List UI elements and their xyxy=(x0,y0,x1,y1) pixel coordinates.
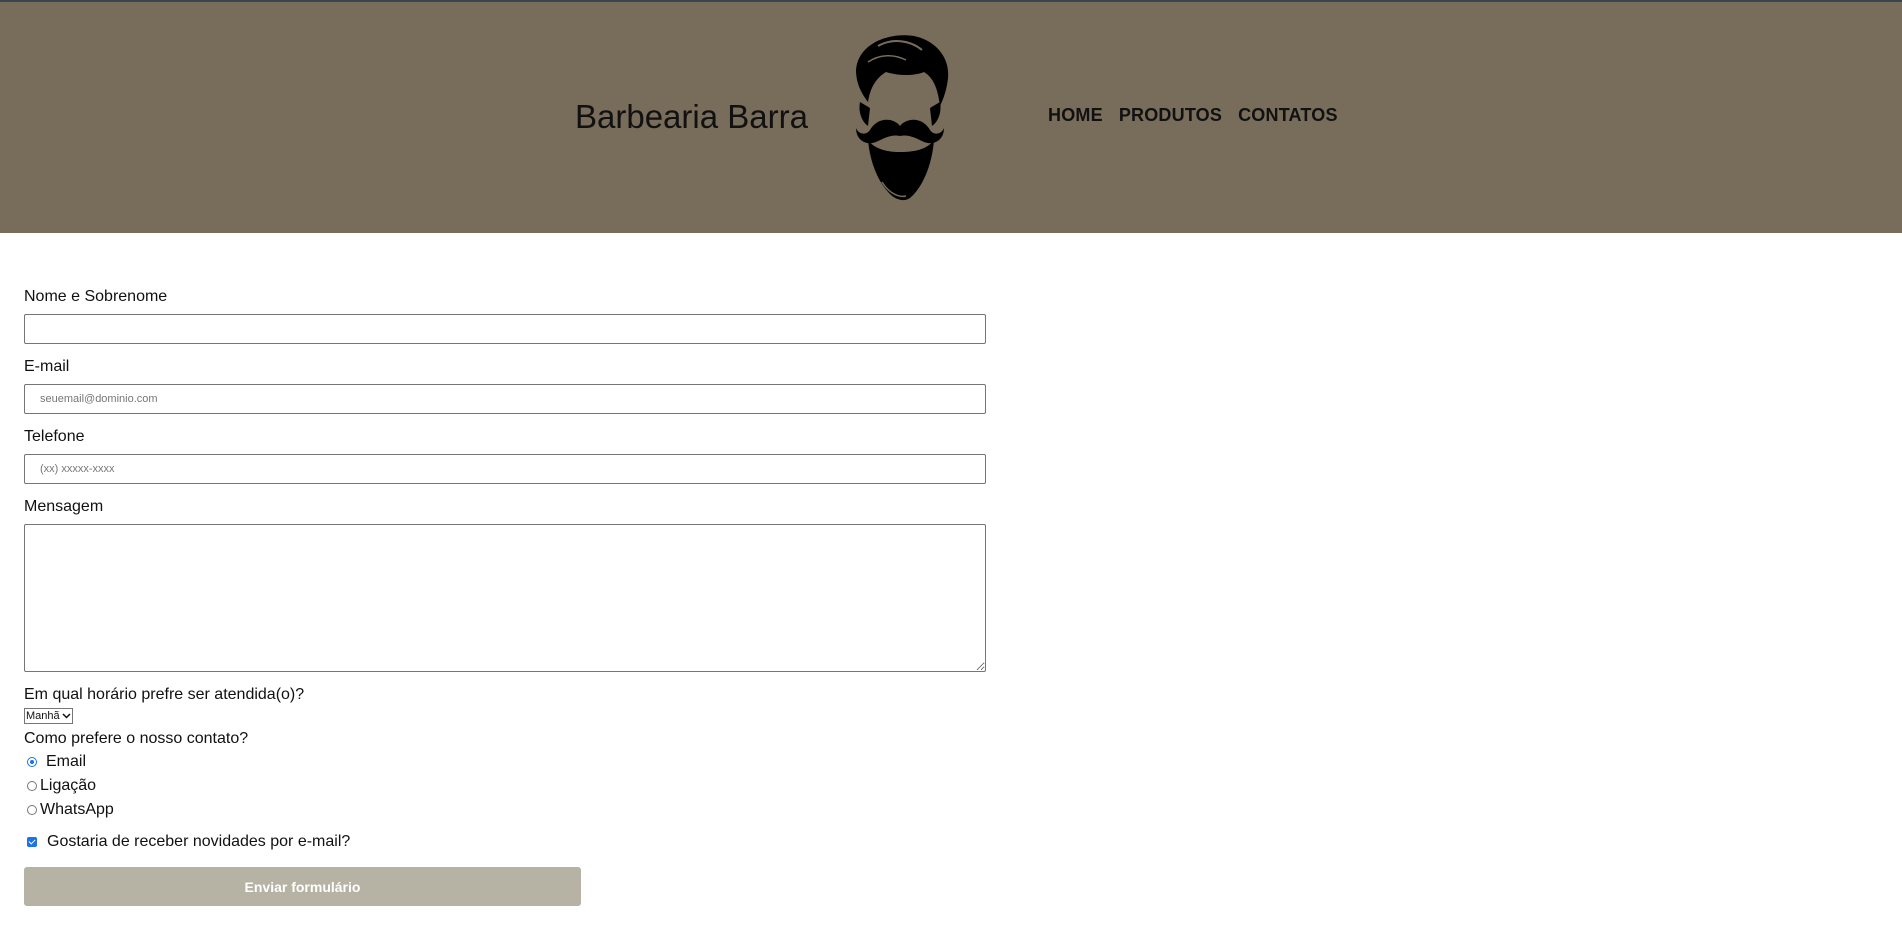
newsletter-row[interactable]: Gostaria de receber novidades por e-mail… xyxy=(24,830,986,854)
radio-ligacao[interactable]: Ligação xyxy=(24,774,986,798)
radio-ligacao-button[interactable] xyxy=(27,781,37,791)
main-nav: HOME PRODUTOS CONTATOS xyxy=(1048,105,1338,126)
contact-pref-label: Como prefere o nosso contato? xyxy=(24,730,249,747)
email-input[interactable] xyxy=(24,384,986,414)
radio-whatsapp[interactable]: WhatsApp xyxy=(24,798,986,822)
radio-email-button[interactable] xyxy=(27,757,37,767)
newsletter-label: Gostaria de receber novidades por e-mail… xyxy=(47,833,351,850)
radio-ligacao-label: Ligação xyxy=(40,777,97,794)
newsletter-checkbox[interactable] xyxy=(27,837,37,847)
site-header: Barbearia Barra HOME PRODUTOS CONTATOS xyxy=(0,2,1902,233)
schedule-select[interactable]: Manhã xyxy=(24,708,73,724)
contact-form: Nome e Sobrenome E-mail Telefone Mensage… xyxy=(24,288,986,906)
name-label: Nome e Sobrenome xyxy=(24,288,168,305)
phone-label: Telefone xyxy=(24,428,85,445)
radio-email[interactable]: Email xyxy=(24,750,986,774)
schedule-selected-value: Manhã xyxy=(26,710,60,722)
schedule-label: Em qual horário prefre ser atendida(o)? xyxy=(24,686,305,703)
nav-produtos[interactable]: PRODUTOS xyxy=(1119,105,1222,126)
submit-button[interactable]: Enviar formulário xyxy=(24,867,581,906)
message-label: Mensagem xyxy=(24,498,104,515)
name-input[interactable] xyxy=(24,314,986,344)
nav-contatos[interactable]: CONTATOS xyxy=(1238,105,1338,126)
site-title: Barbearia Barra xyxy=(575,98,808,135)
radio-whatsapp-label: WhatsApp xyxy=(40,801,114,818)
nav-home[interactable]: HOME xyxy=(1048,105,1103,126)
phone-input[interactable] xyxy=(24,454,986,484)
message-textarea[interactable] xyxy=(24,524,986,672)
email-label: E-mail xyxy=(24,358,70,375)
radio-email-label: Email xyxy=(46,753,87,770)
bearded-man-icon xyxy=(856,35,949,201)
chevron-down-icon xyxy=(62,713,71,719)
radio-whatsapp-button[interactable] xyxy=(27,805,37,815)
